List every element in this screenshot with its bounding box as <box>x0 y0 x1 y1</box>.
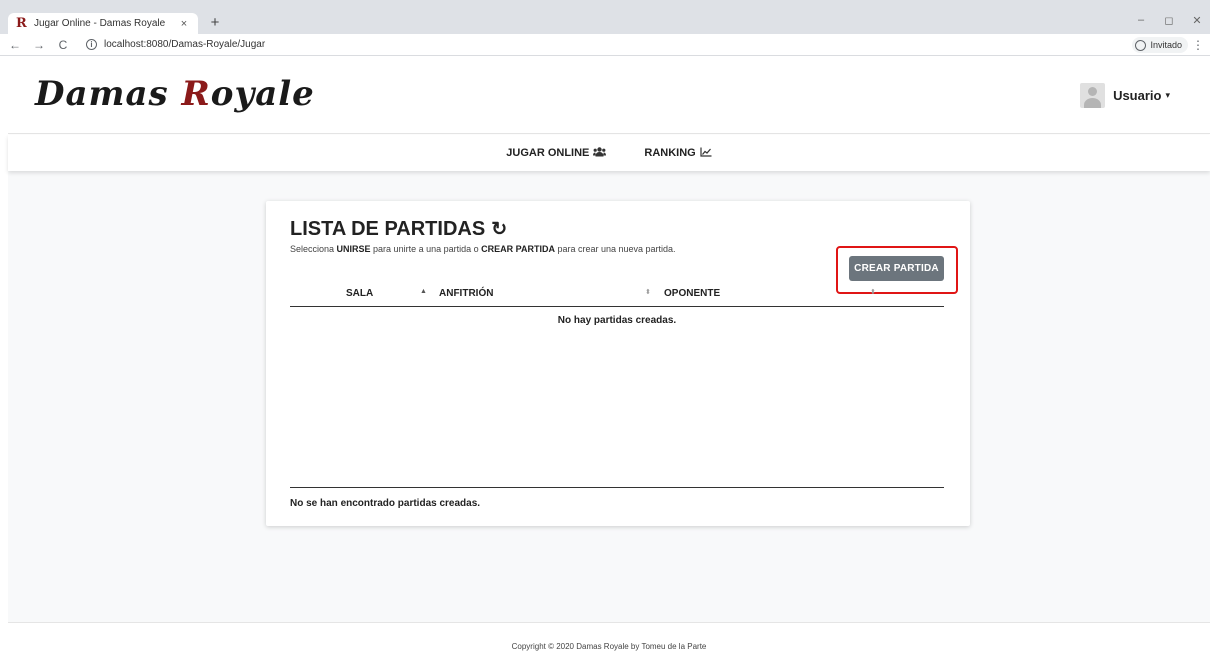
sort-icon[interactable]: ⬍ <box>645 288 651 296</box>
profile-label: Invitado <box>1150 40 1182 50</box>
close-window-icon[interactable]: ✕ <box>1190 14 1204 27</box>
sort-asc-icon[interactable]: ▲ <box>420 288 427 295</box>
card-subtitle: Selecciona UNIRSE para unirte a una part… <box>290 244 676 254</box>
create-game-button[interactable]: CREAR PARTIDA <box>849 256 944 281</box>
user-name: Usuario <box>1113 88 1162 103</box>
user-menu[interactable]: Usuario ▾ <box>1080 83 1170 108</box>
games-card: LISTA DE PARTIDAS ↻ Selecciona UNIRSE pa… <box>266 201 970 526</box>
nav-label: JUGAR ONLINE <box>506 147 590 159</box>
table-info: No se han encontrado partidas creadas. <box>290 498 481 509</box>
site-logo[interactable]: Damas Royale <box>35 74 315 114</box>
back-icon[interactable]: ← <box>6 38 24 52</box>
page-title: LISTA DE PARTIDAS ↻ <box>290 218 507 241</box>
browser-tab[interactable]: R Jugar Online - Damas Royale × <box>8 13 198 34</box>
nav-ranking[interactable]: RANKING <box>644 147 712 160</box>
avatar <box>1080 83 1106 108</box>
table-empty-row: No hay partidas creadas. <box>557 315 677 326</box>
refresh-icon[interactable]: ↻ <box>491 218 507 241</box>
profile-button[interactable]: Invitado <box>1132 37 1188 53</box>
browser-menu-icon[interactable]: ⋮ <box>1192 38 1204 52</box>
chart-line-icon <box>700 147 712 160</box>
column-sala[interactable]: SALA <box>346 288 373 299</box>
card-title-text: LISTA DE PARTIDAS <box>290 218 486 240</box>
window-controls: – ◻ ✕ <box>1134 14 1204 27</box>
forward-icon[interactable]: → <box>30 38 48 52</box>
reload-icon[interactable]: C <box>54 38 72 52</box>
tab-title: Jugar Online - Damas Royale <box>34 18 166 29</box>
site-header: Damas Royale Usuario ▾ <box>8 57 1210 134</box>
sort-icon[interactable]: ⬍ <box>870 288 876 296</box>
site-footer: Copyright © 2020 Damas Royale by Tomeu d… <box>8 622 1210 657</box>
site-info-icon[interactable]: i <box>86 39 97 50</box>
copyright-text: Copyright © 2020 Damas Royale by Tomeu d… <box>511 642 707 651</box>
browser-tabbar: R Jugar Online - Damas Royale × + – ◻ ✕ <box>0 0 1210 34</box>
users-icon <box>593 146 607 160</box>
browser-toolbar: ← → C i localhost:8080/Damas-Royale/Juga… <box>0 34 1210 56</box>
tab-close-icon[interactable]: × <box>178 18 190 30</box>
nav-jugar-online[interactable]: JUGAR ONLINE <box>506 146 607 160</box>
caret-down-icon: ▾ <box>1165 90 1170 100</box>
table-divider <box>290 487 944 488</box>
column-anfitrion[interactable]: ANFITRIÓN <box>439 288 493 299</box>
address-bar[interactable]: localhost:8080/Damas-Royale/Jugar <box>104 39 265 50</box>
restore-icon[interactable]: ◻ <box>1162 14 1176 27</box>
main-content: LISTA DE PARTIDAS ↻ Selecciona UNIRSE pa… <box>8 171 1210 622</box>
site-favicon-icon: R <box>16 16 27 31</box>
new-tab-button[interactable]: + <box>206 14 224 32</box>
column-oponente[interactable]: OPONENTE <box>664 288 720 299</box>
minimize-icon[interactable]: – <box>1134 14 1148 27</box>
profile-icon <box>1135 39 1147 51</box>
table-header: SALA ▲ ANFITRIÓN ⬍ OPONENTE ⬍ <box>290 285 944 307</box>
nav-label: RANKING <box>644 147 696 159</box>
main-nav: JUGAR ONLINE RANKING <box>8 135 1210 171</box>
